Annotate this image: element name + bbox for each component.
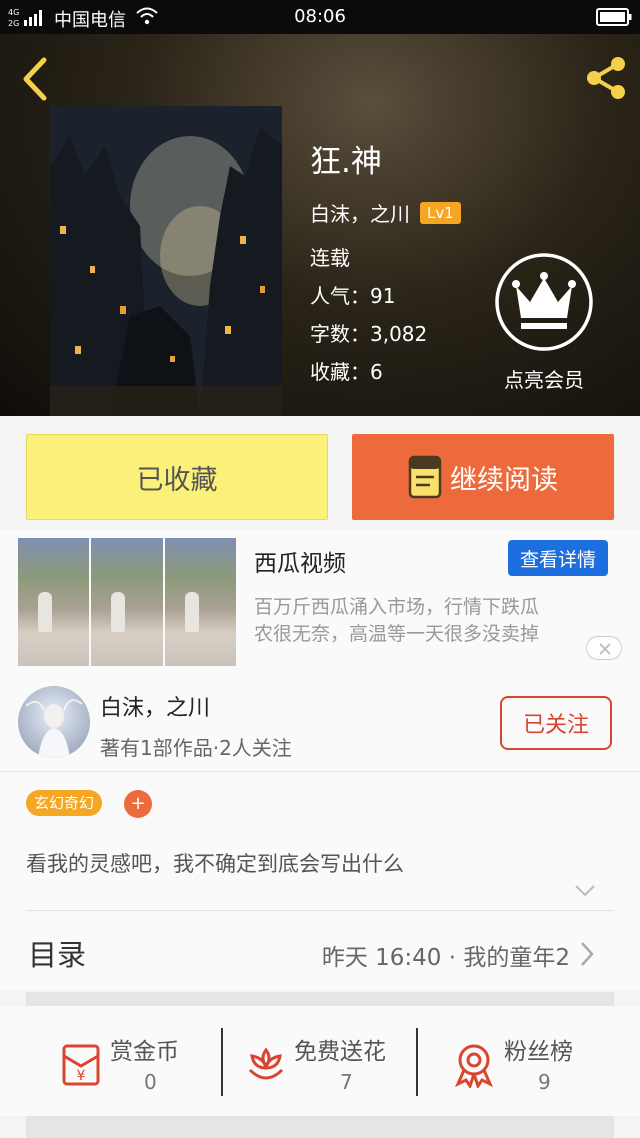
section-separator (26, 1116, 614, 1138)
section-separator (26, 992, 614, 1006)
red-envelope-icon: ¥ (62, 1044, 100, 1086)
follow-button[interactable]: 已关注 (500, 696, 612, 750)
avatar-image (25, 699, 83, 758)
divider (221, 1028, 223, 1096)
ad-thumbnails (18, 538, 236, 666)
medal-icon (455, 1044, 493, 1088)
ad-detail-button[interactable]: 查看详情 (508, 540, 608, 576)
catalog-row[interactable]: 目录 昨天 16:40 · 我的童年2 (0, 912, 640, 990)
latest-chapter: 昨天 16:40 · 我的童年2 (321, 945, 570, 971)
continue-reading-label: 继续阅读 (450, 464, 558, 496)
catalog-label: 目录 (28, 938, 87, 972)
share-icon[interactable] (580, 52, 632, 104)
author-names: 白沫，之川 (310, 202, 410, 226)
add-tag-button[interactable]: + (124, 790, 152, 818)
svg-text:¥: ¥ (77, 1068, 86, 1084)
book-header: 狂.神 白沫，之川 Lv1 连载 人气：91 字数：3,082 收藏：6 点亮会… (0, 34, 640, 416)
ad-banner[interactable]: 西瓜视频 查看详情 百万斤西瓜涌入市场，行情下跌瓜 农很无奈，高温等一天很多没卖… (0, 530, 640, 676)
ad-close-button[interactable] (586, 636, 622, 660)
stat-label: 粉丝榜 (504, 1039, 573, 1065)
book-popularity: 人气：91 (310, 284, 396, 308)
ad-thumbnail-image (164, 538, 236, 666)
vip-label[interactable]: 点亮会员 (486, 364, 602, 393)
divider (26, 910, 614, 911)
author-stats: 著有1部作品·2人关注 (100, 736, 292, 760)
ad-thumbnail-image (18, 538, 90, 666)
stat-value: 9 (538, 1070, 551, 1094)
stat-value: 7 (340, 1070, 353, 1094)
book-word-count: 字数：3,082 (310, 322, 428, 346)
book-intro: 看我的灵感吧，我不确定到底会写出什么 (26, 852, 404, 876)
ad-description: 百万斤西瓜涌入市场，行情下跌瓜 农很无奈，高温等一天很多没卖掉 (254, 594, 606, 648)
book-icon (408, 455, 442, 499)
divider (416, 1028, 418, 1096)
reward-coins-stat[interactable]: ¥ 赏金币 0 (56, 1006, 216, 1116)
favorited-button[interactable]: 已收藏 (26, 434, 328, 520)
stats-bar: ¥ 赏金币 0 免费送花 7 粉丝榜 9 (0, 1006, 640, 1116)
ad-description-line: 农很无奈，高温等一天很多没卖掉 (254, 623, 540, 645)
stat-label: 赏金币 (110, 1039, 179, 1065)
author-section: 白沫，之川 著有1部作品·2人关注 已关注 (0, 676, 640, 772)
book-cover[interactable] (50, 106, 282, 416)
stat-label: 免费送花 (294, 1039, 386, 1065)
battery-icon (596, 8, 632, 26)
stat-value: 0 (144, 1070, 157, 1094)
book-authors: 白沫，之川 Lv1 (310, 198, 461, 227)
genre-tag[interactable]: 玄幻奇幻 (26, 790, 103, 816)
level-badge: Lv1 (420, 201, 461, 224)
chevron-right-icon (581, 942, 594, 966)
ad-thumbnail-image (91, 538, 163, 666)
book-title: 狂.神 (310, 144, 382, 180)
tags-intro-section: 玄幻奇幻 + 看我的灵感吧，我不确定到底会写出什么 (0, 772, 640, 912)
book-status: 连载 (310, 246, 350, 270)
crown-icon[interactable] (494, 252, 594, 352)
free-flower-stat[interactable]: 免费送花 7 (242, 1006, 412, 1116)
cover-art-image (50, 106, 282, 416)
continue-reading-button[interactable]: 继续阅读 (352, 434, 614, 520)
ad-description-line: 百万斤西瓜涌入市场，行情下跌瓜 (254, 596, 540, 618)
status-bar: 4G 2G 中国电信 08:06 (0, 0, 640, 34)
author-name[interactable]: 白沫，之川 (100, 690, 210, 722)
flower-icon (248, 1047, 284, 1080)
author-avatar[interactable] (18, 686, 90, 758)
clock: 08:06 (294, 6, 346, 27)
back-arrow-icon[interactable] (16, 54, 52, 104)
ad-title: 西瓜视频 (254, 551, 346, 577)
chevron-down-icon[interactable] (574, 884, 596, 898)
book-favorites: 收藏：6 (310, 360, 383, 384)
close-icon (599, 643, 611, 655)
fan-ranking-stat[interactable]: 粉丝榜 9 (450, 1006, 590, 1116)
